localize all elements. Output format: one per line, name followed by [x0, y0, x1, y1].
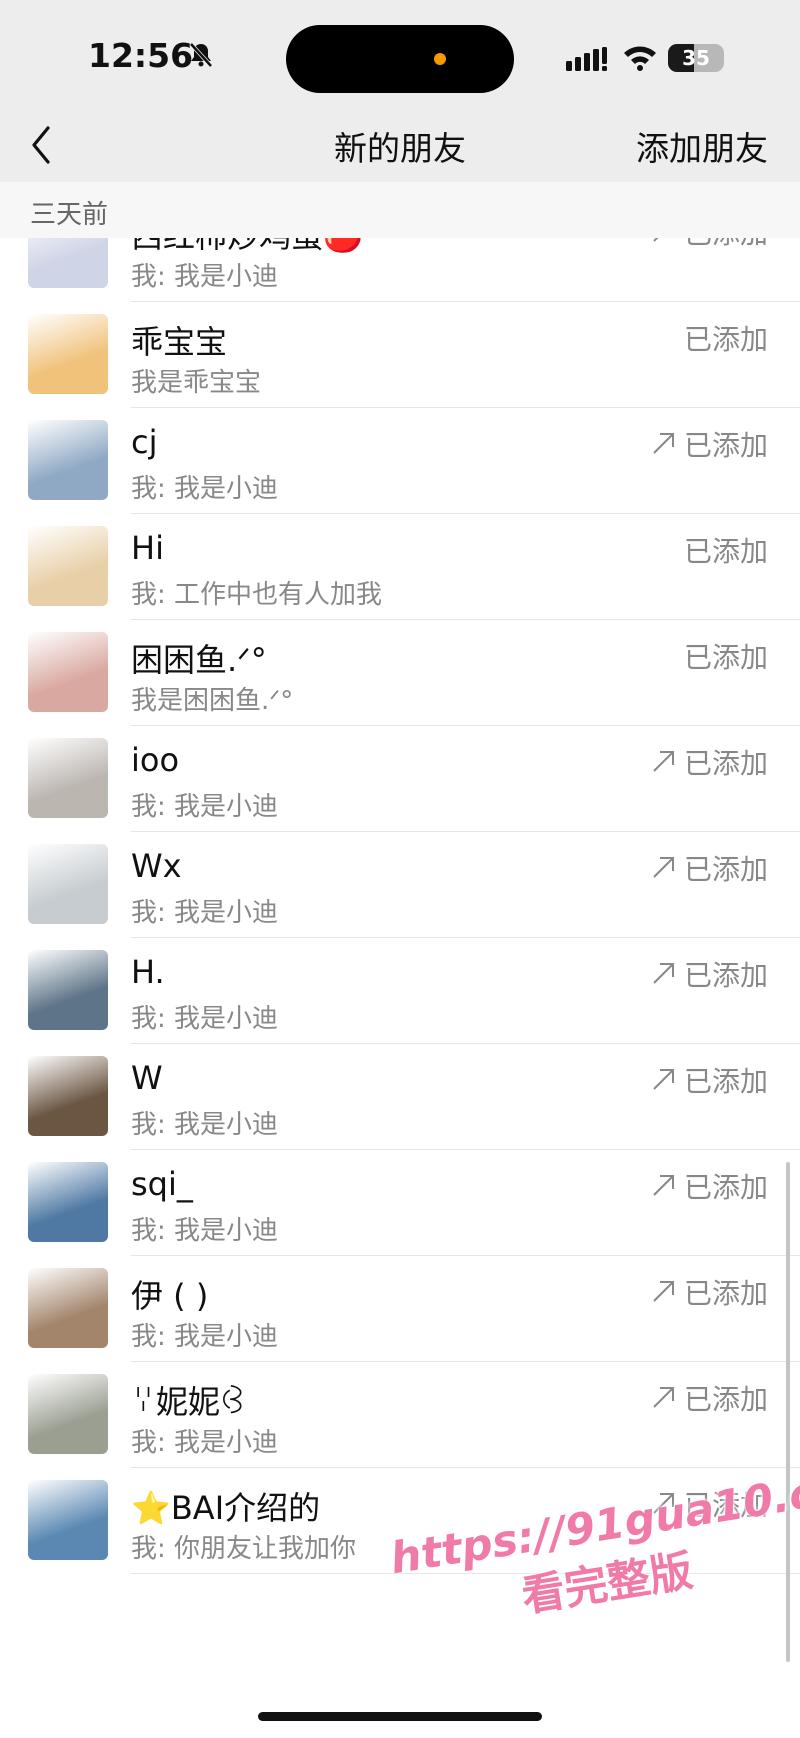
home-indicator[interactable]: [258, 1712, 542, 1721]
added-status: 已添加: [683, 1277, 768, 1310]
list-item[interactable]: ꈌ妮妮ꃳ 我: 我是小迪 已添加: [0, 1362, 800, 1468]
contact-name: cj: [131, 423, 158, 461]
list-item[interactable]: 伊 ( ) 我: 我是小迪 已添加: [0, 1256, 800, 1362]
status-bar: 12:56 35: [0, 0, 800, 110]
avatar[interactable]: [28, 844, 108, 924]
list-item[interactable]: 乖宝宝我是乖宝宝 已添加: [0, 302, 800, 408]
battery-icon: 35: [668, 44, 724, 72]
request-message: 我是困困鱼.ᐟ°: [131, 686, 294, 716]
list-item[interactable]: sqi_ 我: 我是小迪 已添加: [0, 1150, 800, 1256]
added-status: 已添加: [683, 535, 768, 568]
request-message: 我: 我是小迪: [131, 1428, 279, 1458]
battery-level: 35: [682, 46, 710, 70]
added-status: 已添加: [683, 1065, 768, 1098]
added-status: 已添加: [683, 641, 768, 674]
scrollbar[interactable]: [786, 1162, 790, 1662]
request-message: 我: 我是小迪: [131, 262, 279, 292]
avatar[interactable]: [28, 420, 108, 500]
avatar[interactable]: [28, 1268, 108, 1348]
outgoing-arrow-icon: [653, 1387, 674, 1408]
list-item[interactable]: cj 我: 我是小迪 已添加: [0, 408, 800, 514]
contact-name: ⭐BAI介绍的: [131, 1489, 321, 1527]
avatar[interactable]: [28, 526, 108, 606]
outgoing-arrow-icon: [653, 1281, 674, 1302]
added-status: 已添加: [683, 853, 768, 886]
list-item[interactable]: H. 我: 我是小迪 已添加: [0, 938, 800, 1044]
added-status: 已添加: [683, 1171, 768, 1204]
wifi-icon: [622, 43, 658, 75]
add-friend-button[interactable]: 添加朋友: [636, 122, 768, 170]
section-header: 三天前: [0, 182, 800, 238]
list-item[interactable]: 西红柿炒鸡蛋🍅 我: 我是小迪 已添加: [0, 238, 800, 302]
added-status: 已添加: [683, 747, 768, 780]
section-label: 三天前: [30, 200, 109, 230]
cellular-signal-icon: [566, 47, 610, 75]
request-message: 我: 你朋友让我加你: [131, 1534, 357, 1564]
status-time: 12:56: [88, 36, 194, 75]
outgoing-arrow-icon: [653, 238, 659, 242]
request-message: 我: 我是小迪: [131, 474, 279, 504]
request-message: 我: 我是小迪: [131, 792, 279, 822]
outgoing-arrow-icon: [653, 433, 674, 454]
request-message: 我是乖宝宝: [131, 368, 262, 398]
avatar[interactable]: [28, 238, 108, 288]
added-status: 已添加: [683, 959, 768, 992]
added-status: 已添加: [683, 1383, 768, 1416]
contact-name: Wx: [131, 847, 182, 885]
avatar[interactable]: [28, 314, 108, 394]
avatar[interactable]: [28, 632, 108, 712]
contact-name: 伊 ( ): [131, 1277, 209, 1315]
outgoing-arrow-icon: [653, 1175, 674, 1196]
request-message: 我: 我是小迪: [131, 1216, 279, 1246]
contact-name: H.: [131, 953, 165, 991]
contact-name: 乖宝宝: [131, 323, 228, 361]
avatar[interactable]: [28, 1480, 108, 1560]
list-item[interactable]: Hi 我: 工作中也有人加我 已添加: [0, 514, 800, 620]
contact-name: 困困鱼.ᐟ°: [131, 641, 267, 679]
contact-name: ꈌ妮妮ꃳ: [131, 1383, 246, 1421]
outgoing-arrow-icon: [653, 963, 674, 984]
request-message: 我: 工作中也有人加我: [131, 580, 383, 610]
avatar[interactable]: [28, 1162, 108, 1242]
contact-name: sqi_: [131, 1165, 193, 1203]
list-item[interactable]: ioo 我: 我是小迪 已添加: [0, 726, 800, 832]
contact-name: ioo: [131, 741, 180, 779]
avatar[interactable]: [28, 738, 108, 818]
request-message: 我: 我是小迪: [131, 1004, 279, 1034]
request-message: 我: 我是小迪: [131, 898, 279, 928]
list-item[interactable]: 困困鱼.ᐟ° 我是困困鱼.ᐟ° 已添加: [0, 620, 800, 726]
contact-name: 西红柿炒鸡蛋🍅: [131, 238, 363, 257]
list-item[interactable]: W 我: 我是小迪 已添加: [0, 1044, 800, 1150]
added-status: 已添加: [683, 429, 768, 462]
contact-name: W: [131, 1059, 163, 1097]
outgoing-arrow-icon: [653, 1069, 674, 1090]
silent-bell-icon: [188, 42, 214, 72]
avatar[interactable]: [28, 1056, 108, 1136]
dynamic-island: [286, 25, 514, 93]
request-message: 我: 我是小迪: [131, 1110, 279, 1140]
added-status: 已添加: [684, 238, 768, 252]
outgoing-arrow-icon: [653, 751, 674, 772]
navigation-bar: 新的朋友 添加朋友: [0, 110, 800, 182]
contact-name: Hi: [131, 529, 164, 567]
avatar[interactable]: [28, 950, 108, 1030]
recording-dot: [434, 53, 446, 65]
avatar[interactable]: [28, 1374, 108, 1454]
request-message: 我: 我是小迪: [131, 1322, 279, 1352]
outgoing-arrow-icon: [653, 857, 674, 878]
list-item[interactable]: Wx 我: 我是小迪 已添加: [0, 832, 800, 938]
added-status: 已添加: [683, 323, 768, 356]
